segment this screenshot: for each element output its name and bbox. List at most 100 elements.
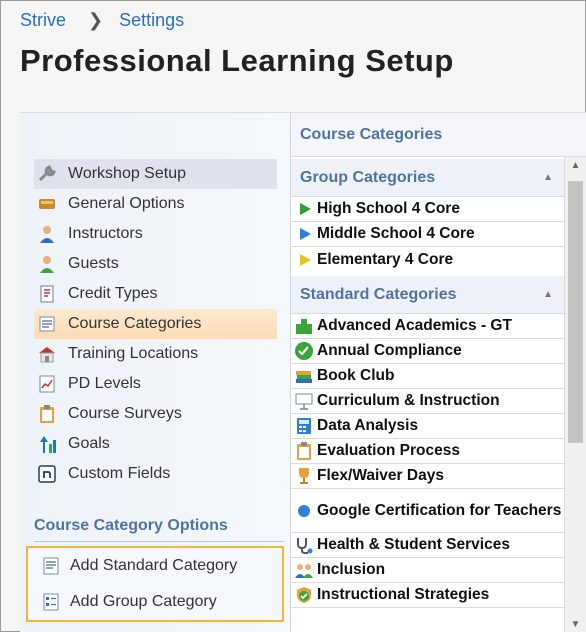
standard-category-label: Google Certification for Teachers xyxy=(317,501,562,519)
sidebar-item-label: General Options xyxy=(68,195,185,212)
standard-category-row[interactable]: Advanced Academics - GT xyxy=(291,314,565,339)
list-icon xyxy=(36,313,58,335)
group-category-label: Elementary 4 Core xyxy=(317,250,454,268)
sidebar-item-label: Custom Fields xyxy=(68,465,171,482)
chart-icon xyxy=(36,373,58,395)
standard-category-row[interactable]: Evaluation Process xyxy=(291,439,565,464)
sidebar-item-label: Instructors xyxy=(68,225,143,242)
scroll-up-arrow-icon[interactable]: ▲ xyxy=(565,157,586,175)
sidebar-item-label: Credit Types xyxy=(68,285,158,302)
shield-check-icon xyxy=(294,585,314,605)
standard-category-row[interactable]: Book Club xyxy=(291,364,565,389)
sidebar-item-pd-levels[interactable]: PD Levels xyxy=(34,369,277,399)
sidebar-item-course-categories[interactable]: Course Categories xyxy=(34,309,277,339)
vertical-scrollbar[interactable]: ▲ ▼ xyxy=(564,157,586,632)
calculator-icon xyxy=(294,416,314,436)
group-category-label: High School 4 Core xyxy=(317,200,460,217)
sidebar-item-label: Training Locations xyxy=(68,345,199,362)
sidebar-nav: Workshop Setup General Options Instructo… xyxy=(34,159,277,489)
add-standard-category-button[interactable]: Add Standard Category xyxy=(28,548,282,584)
goals-icon xyxy=(36,433,58,455)
sidebar-item-goals[interactable]: Goals xyxy=(34,429,277,459)
stethoscope-icon xyxy=(294,535,314,555)
sidebar-item-custom-fields[interactable]: Custom Fields xyxy=(34,459,277,489)
group-category-row[interactable]: Middle School 4 Core xyxy=(291,222,565,247)
people-icon xyxy=(294,560,314,580)
standard-category-row[interactable]: Data Analysis xyxy=(291,414,565,439)
sidebar-item-general-options[interactable]: General Options xyxy=(34,189,277,219)
standard-category-row[interactable]: Curriculum & Instruction xyxy=(291,389,565,414)
categories-list: Group Categories ▲ High School 4 Core Mi… xyxy=(291,157,565,632)
standard-category-label: Advanced Academics - GT xyxy=(317,317,512,334)
collapse-up-icon[interactable]: ▲ xyxy=(543,172,553,183)
custom-field-icon xyxy=(36,463,58,485)
standard-category-row[interactable]: Annual Compliance xyxy=(291,339,565,364)
standard-category-row[interactable]: Instructional Strategies xyxy=(291,583,565,608)
blue-dot-icon xyxy=(294,501,314,521)
breadcrumb: Strive ❯ Settings xyxy=(20,10,184,31)
add-group-category-label: Add Group Category xyxy=(70,593,217,610)
blue-triangle-icon xyxy=(296,224,314,244)
add-standard-category-label: Add Standard Category xyxy=(70,557,238,574)
standard-category-label: Annual Compliance xyxy=(317,342,462,359)
content-panel: Workshop Setup General Options Instructo… xyxy=(20,112,586,632)
presentation-icon xyxy=(294,391,314,411)
group-categories-title: Group Categories xyxy=(300,168,436,186)
standard-categories-header[interactable]: Standard Categories ▲ xyxy=(291,276,565,314)
sidebar-item-label: Workshop Setup xyxy=(68,165,186,182)
group-category-label: Middle School 4 Core xyxy=(317,225,475,242)
standard-categories-title: Standard Categories xyxy=(300,285,457,303)
group-categories-header[interactable]: Group Categories ▲ xyxy=(291,159,565,197)
standard-category-row[interactable]: Health & Student Services xyxy=(291,533,565,558)
standard-category-row[interactable]: Flex/Waiver Days xyxy=(291,464,565,489)
sidebar-item-course-surveys[interactable]: Course Surveys xyxy=(34,399,277,429)
sidebar-item-guests[interactable]: Guests xyxy=(34,249,277,279)
add-group-icon xyxy=(40,591,62,613)
categories-panel: Course Categories Group Categories ▲ Hig… xyxy=(290,113,586,632)
standard-category-label: Flex/Waiver Days xyxy=(317,467,444,484)
puzzle-icon xyxy=(294,316,314,336)
building-icon xyxy=(36,343,58,365)
standard-category-label: Inclusion xyxy=(317,561,386,578)
sidebar-item-training-locations[interactable]: Training Locations xyxy=(34,339,277,369)
options-header: Course Category Options xyxy=(34,517,284,542)
add-standard-icon xyxy=(40,555,62,577)
sidebar-item-workshop-setup[interactable]: Workshop Setup xyxy=(34,159,277,189)
sidebar-item-instructors[interactable]: Instructors xyxy=(34,219,277,249)
group-category-row[interactable]: Elementary 4 Core xyxy=(291,247,565,272)
scrollbar-thumb[interactable] xyxy=(568,181,583,443)
standard-category-label: Data Analysis xyxy=(317,417,419,434)
group-category-row[interactable]: High School 4 Core xyxy=(291,197,565,222)
standard-category-label: Health & Student Services xyxy=(317,536,510,553)
scroll-down-arrow-icon[interactable]: ▼ xyxy=(565,616,586,632)
wrench-icon xyxy=(36,163,58,185)
yellow-triangle-icon xyxy=(296,250,314,270)
sidebar-item-credit-types[interactable]: Credit Types xyxy=(34,279,277,309)
guest-icon xyxy=(36,253,58,275)
page-title: Professional Learning Setup xyxy=(20,43,454,78)
standard-category-label: Book Club xyxy=(317,367,395,384)
window-frame: Strive ❯ Settings Professional Learning … xyxy=(0,0,586,632)
sidebar-item-label: Goals xyxy=(68,435,110,452)
clipboard-icon xyxy=(294,441,314,461)
green-triangle-icon xyxy=(296,199,314,219)
standard-category-row[interactable]: Inclusion xyxy=(291,558,565,583)
standard-category-label: Curriculum & Instruction xyxy=(317,392,500,409)
categories-panel-title: Course Categories xyxy=(291,113,586,157)
sidebar-item-label: Course Surveys xyxy=(68,405,182,422)
breadcrumb-root-link[interactable]: Strive xyxy=(20,10,66,31)
add-group-category-button[interactable]: Add Group Category xyxy=(28,584,282,620)
breadcrumb-separator-icon: ❯ xyxy=(88,10,104,30)
left-sidebar: Workshop Setup General Options Instructo… xyxy=(20,113,290,632)
standard-category-row[interactable]: Google Certification for Teachers xyxy=(291,489,565,533)
clipboard-icon xyxy=(36,403,58,425)
options-icon xyxy=(36,193,58,215)
breadcrumb-current-link[interactable]: Settings xyxy=(119,10,184,31)
instructor-icon xyxy=(36,223,58,245)
collapse-up-icon[interactable]: ▲ xyxy=(543,289,553,300)
trophy-icon xyxy=(294,466,314,486)
sidebar-item-label: PD Levels xyxy=(68,375,141,392)
books-icon xyxy=(294,366,314,386)
standard-category-label: Evaluation Process xyxy=(317,442,461,459)
sidebar-item-label: Guests xyxy=(68,255,119,272)
